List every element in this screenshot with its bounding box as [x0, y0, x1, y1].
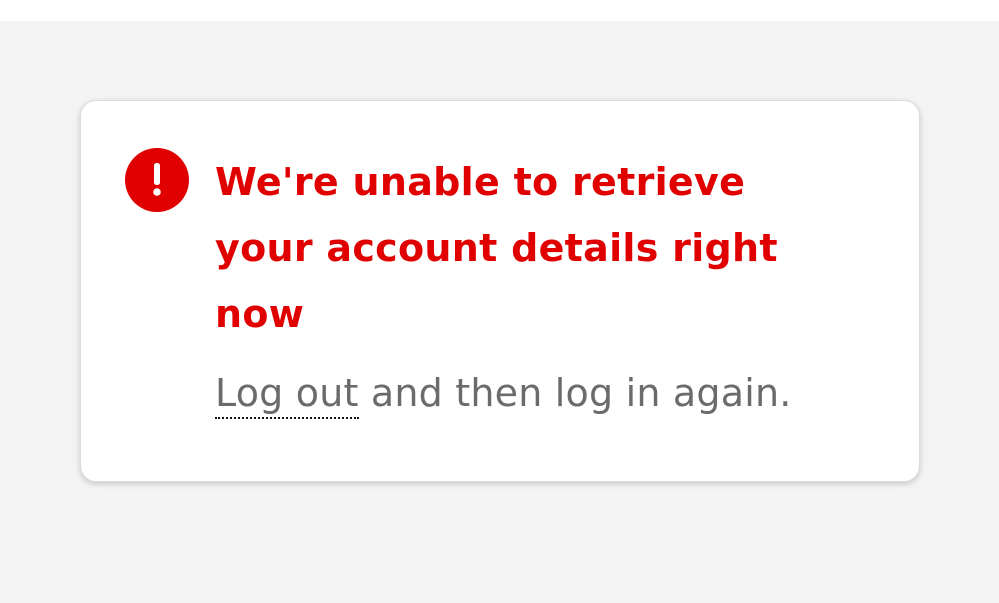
logout-link[interactable]: Log out: [215, 371, 359, 419]
error-title: We're unable to retrieve your account de…: [215, 160, 778, 336]
exclamation-mark-glyph: [153, 163, 161, 196]
error-message-text: and then log in again.: [358, 371, 792, 415]
error-message: Log out and then log in again.: [215, 367, 792, 419]
exclamation-circle-icon: [125, 148, 189, 212]
error-card: We're unable to retrieve your account de…: [80, 100, 920, 482]
